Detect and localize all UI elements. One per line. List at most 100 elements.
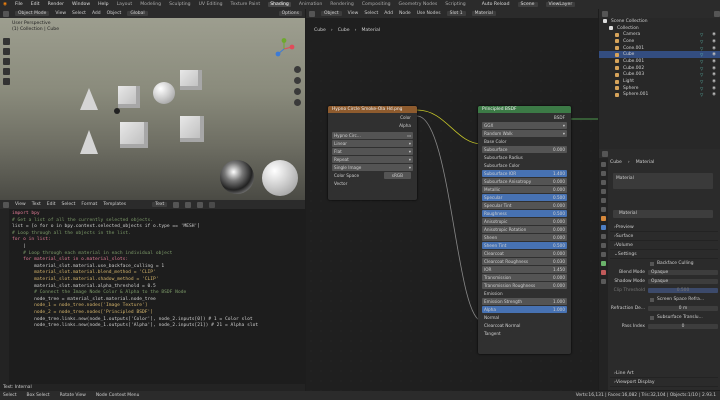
cube-object[interactable] (118, 86, 140, 108)
cube-object[interactable] (180, 116, 204, 142)
bsdf-input-subsurface-anisotropy[interactable]: Subsurface Anisotropy 0.000 (482, 178, 567, 185)
outliner-item[interactable]: Sphere.001 ▽ ◉ (599, 92, 720, 99)
visibility-eye-icon[interactable]: ◉ (712, 66, 716, 71)
text-menu-text[interactable]: Text (32, 202, 41, 207)
run-script-icon[interactable] (209, 201, 216, 208)
outliner-item[interactable]: Camera ▽ ◉ (599, 31, 720, 38)
panel-settings[interactable]: ⌄ Settings (610, 250, 718, 259)
shadow-mode-select[interactable]: Opaque (648, 279, 718, 284)
modifier-tab-icon[interactable] (601, 225, 606, 230)
visibility-eye-icon[interactable]: ◉ (712, 86, 716, 91)
blend-mode-select[interactable]: Opaque (648, 270, 718, 275)
text-editor[interactable]: import bpy # Get a list of all the curren… (0, 209, 305, 384)
panel-surface[interactable]: › Surface (610, 232, 718, 241)
breadcrumb-item[interactable]: Material (361, 28, 380, 33)
material-slot-list[interactable]: Material (613, 173, 713, 189)
menu-edit[interactable]: Edit (31, 2, 40, 7)
refraction-depth-field[interactable]: 0 m (648, 306, 718, 311)
scene-selector[interactable]: Scene (517, 2, 538, 7)
visibility-eye-icon[interactable]: ◉ (712, 79, 716, 84)
outliner-editor-icon[interactable] (602, 10, 608, 17)
tab-uv-editing[interactable]: UV Editing (199, 2, 223, 7)
material-tab-icon[interactable] (601, 270, 606, 275)
bsdf-input-anisotropic[interactable]: Anisotropic 0.000 (482, 218, 567, 225)
tab-rendering[interactable]: Rendering (330, 2, 353, 7)
outliner-item[interactable]: Cube.002 ▽ ◉ (599, 65, 720, 72)
visibility-eye-icon[interactable]: ◉ (712, 59, 716, 64)
visibility-eye-icon[interactable]: ◉ (712, 72, 716, 77)
transform-orientation-select[interactable]: Global (127, 11, 148, 16)
vector-input-socket[interactable]: Vector (332, 180, 413, 187)
distribution-select[interactable]: GGX ▾ (482, 122, 567, 129)
outliner-item[interactable]: Cone.001 ▽ ◉ (599, 45, 720, 52)
editor-type-icon[interactable] (309, 10, 315, 17)
syntax-highlight-icon[interactable] (197, 201, 204, 208)
pass-index-field[interactable]: 0 (648, 324, 718, 329)
grid-icon[interactable] (294, 99, 301, 106)
navigation-gizmo-icon[interactable] (273, 38, 295, 60)
node-menu-node[interactable]: Node (399, 11, 411, 16)
outliner-item[interactable]: Cube.001 ▽ ◉ (599, 58, 720, 65)
use-nodes-checkbox[interactable]: Use Nodes (417, 11, 441, 16)
visibility-eye-icon[interactable]: ◉ (712, 52, 716, 57)
select-tool-icon[interactable] (3, 38, 10, 45)
color-space-select[interactable]: sRGB (383, 172, 411, 179)
slot-select[interactable]: Slot 1 (446, 11, 466, 16)
material-select[interactable]: Material (471, 11, 496, 16)
bsdf-input-specular-tint[interactable]: Specular Tint 0.000 (482, 202, 567, 209)
scene-tab-icon[interactable] (601, 198, 606, 203)
viewport-menu-select[interactable]: Select (72, 11, 86, 16)
text-datablock[interactable]: Text (152, 202, 168, 207)
menu-render[interactable]: Render (48, 2, 64, 7)
color-output-socket[interactable]: Color (332, 114, 413, 121)
pan-hand-icon[interactable] (294, 77, 301, 84)
node-menu-view[interactable]: View (348, 11, 359, 16)
bsdf-input-normal[interactable]: Normal (482, 314, 567, 321)
text-menu-edit[interactable]: Edit (47, 202, 56, 207)
output-tab-icon[interactable] (601, 180, 606, 185)
backface-culling-checkbox[interactable]: Backface Culling (610, 259, 718, 268)
code-area[interactable]: import bpy # Get a list of all the curren… (12, 211, 258, 330)
text-menu-view[interactable]: View (15, 202, 26, 207)
text-menu-select[interactable]: Select (62, 202, 76, 207)
tool-tab-icon[interactable] (601, 162, 606, 167)
tab-layout[interactable]: Layout (117, 2, 133, 7)
bsdf-input-base-color[interactable]: Base Color (482, 138, 567, 145)
bsdf-input-specular[interactable]: Specular 0.500 (482, 194, 567, 201)
bsdf-input-subsurface[interactable]: Subsurface 0.000 (482, 146, 567, 153)
outliner-item[interactable]: Scene Collection (599, 18, 720, 25)
line-art-panel[interactable]: › Line Art (610, 369, 718, 378)
bsdf-input-subsurface-ior[interactable]: Subsurface IOR 1.400 (482, 170, 567, 177)
menu-window[interactable]: Window (72, 2, 90, 7)
bsdf-input-clearcoat-roughness[interactable]: Clearcoat Roughness 0.030 (482, 258, 567, 265)
bsdf-input-roughness[interactable]: Roughness 0.500 (482, 210, 567, 217)
bsdf-input-sheen-tint[interactable]: Sheen Tint 0.500 (482, 242, 567, 249)
sphere-object[interactable] (262, 160, 298, 196)
mirror-sphere-object[interactable] (220, 160, 254, 194)
bsdf-input-alpha[interactable]: Alpha 1.000 (482, 306, 567, 313)
projection-select[interactable]: Flat ▾ (332, 148, 413, 155)
bsdf-input-subsurface-radius[interactable]: Subsurface Radius (482, 154, 567, 161)
bsdf-input-ior[interactable]: IOR 1.450 (482, 266, 567, 273)
principled-bsdf-node[interactable]: Principled BSDF BSDF GGX ▾ Random Walk ▾ B… (478, 106, 571, 354)
breadcrumb-item[interactable]: Cube (314, 28, 326, 33)
view-layer-selector[interactable]: ViewLayer (545, 2, 576, 7)
outliner-item[interactable]: Cube ▽ ◉ (599, 51, 720, 59)
3d-viewport[interactable]: User Perspective (1) Collection | Cube (0, 18, 305, 200)
material-datablock[interactable]: Material (613, 210, 713, 218)
node-menu-add[interactable]: Add (384, 11, 393, 16)
rotate-tool-icon[interactable] (3, 68, 10, 75)
outliner-item[interactable]: Cone ▽ ◉ (599, 38, 720, 45)
bsdf-input-sheen[interactable]: Sheen 0.000 (482, 234, 567, 241)
image-texture-node[interactable]: Hypno Circle Smoke-Ola Hd.png Color Alph… (328, 106, 417, 200)
physics-tab-icon[interactable] (601, 243, 606, 248)
bsdf-input-clearcoat[interactable]: Clearcoat 0.000 (482, 250, 567, 257)
view-layer-tab-icon[interactable] (601, 189, 606, 194)
filter-icon[interactable] (714, 10, 720, 17)
viewport-menu-object[interactable]: Object (107, 11, 122, 16)
menu-help[interactable]: Help (98, 2, 108, 7)
bsdf-input-tangent[interactable]: Tangent (482, 330, 567, 337)
render-tab-icon[interactable] (601, 171, 606, 176)
visibility-eye-icon[interactable]: ◉ (712, 39, 716, 44)
breadcrumb-item[interactable]: Cube (338, 28, 350, 33)
